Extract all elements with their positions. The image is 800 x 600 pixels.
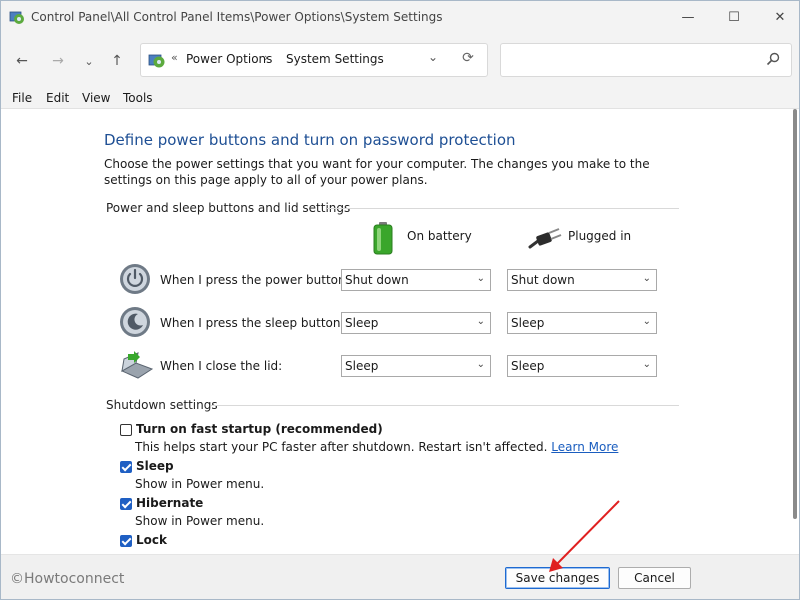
title-bar: Control Panel\All Control Panel Items\Po… bbox=[1, 1, 799, 34]
shutdown-section-title: Shutdown settings bbox=[106, 398, 218, 412]
page-description: Choose the power settings that you want … bbox=[104, 157, 650, 187]
search-input[interactable] bbox=[507, 49, 761, 71]
fast-startup-checkbox[interactable] bbox=[120, 424, 132, 436]
scrollbar-thumb[interactable] bbox=[793, 109, 797, 519]
sleep-option-description: Show in Power menu. bbox=[135, 477, 265, 491]
menu-view[interactable]: View bbox=[82, 91, 110, 105]
select-value: Shut down bbox=[511, 273, 575, 287]
fast-startup-description: This helps start your PC faster after sh… bbox=[135, 440, 618, 454]
battery-icon bbox=[373, 222, 393, 255]
chevron-down-icon: ⌄ bbox=[642, 273, 651, 284]
chevron-down-icon: ⌄ bbox=[476, 316, 485, 327]
fast-startup-label[interactable]: Turn on fast startup (recommended) bbox=[136, 422, 383, 436]
maximize-button[interactable]: ☐ bbox=[711, 1, 757, 34]
address-dropdown-icon[interactable]: ⌄ bbox=[425, 50, 441, 68]
address-bar[interactable]: « Power Options › System Settings ⌄ ⟳ bbox=[140, 43, 488, 77]
close-button[interactable]: ✕ bbox=[757, 1, 799, 34]
divider bbox=[327, 208, 679, 209]
close-lid-label: When I close the lid: bbox=[160, 359, 283, 373]
chevron-down-icon: ⌄ bbox=[476, 359, 485, 370]
laptop-lid-icon bbox=[120, 351, 154, 379]
footer-bar: ©Howtoconnect Save changes Cancel bbox=[1, 555, 799, 599]
sleep-button-label: When I press the sleep button: bbox=[160, 316, 345, 330]
control-panel-icon bbox=[148, 54, 165, 68]
sleep-button-plugged-select[interactable]: Sleep ⌄ bbox=[507, 312, 657, 334]
power-section-title: Power and sleep buttons and lid settings bbox=[106, 201, 351, 215]
select-value: Sleep bbox=[345, 359, 379, 373]
hibernate-option-label[interactable]: Hibernate bbox=[136, 496, 203, 510]
chevron-down-icon: ⌄ bbox=[476, 273, 485, 284]
sleep-button-icon bbox=[120, 307, 150, 337]
power-button-icon bbox=[120, 264, 150, 294]
divider bbox=[1, 108, 799, 109]
control-panel-icon bbox=[9, 11, 24, 24]
lock-checkbox[interactable] bbox=[120, 535, 132, 547]
recent-locations-button[interactable]: ⌄ bbox=[79, 51, 99, 71]
save-changes-button[interactable]: Save changes bbox=[505, 567, 610, 589]
window-title: Control Panel\All Control Panel Items\Po… bbox=[31, 10, 443, 24]
column-plugged-in: Plugged in bbox=[568, 229, 632, 243]
hibernate-checkbox[interactable] bbox=[120, 498, 132, 510]
vertical-scrollbar[interactable] bbox=[791, 109, 798, 549]
page-title: Define power buttons and turn on passwor… bbox=[104, 131, 516, 149]
menu-bar: File Edit View Tools bbox=[1, 86, 799, 108]
select-value: Shut down bbox=[345, 273, 409, 287]
breadcrumb-power-options[interactable]: Power Options bbox=[186, 52, 272, 66]
watermark: ©Howtoconnect bbox=[10, 571, 125, 587]
refresh-icon[interactable]: ⟳ bbox=[459, 50, 477, 68]
select-value: Sleep bbox=[345, 316, 379, 330]
breadcrumb-system-settings[interactable]: System Settings bbox=[286, 52, 384, 66]
power-button-label: When I press the power button: bbox=[160, 273, 350, 287]
menu-tools[interactable]: Tools bbox=[123, 91, 153, 105]
fast-startup-desc-text: This helps start your PC faster after sh… bbox=[135, 440, 548, 454]
select-value: Sleep bbox=[511, 359, 545, 373]
divider bbox=[211, 405, 679, 406]
sleep-option-label[interactable]: Sleep bbox=[136, 459, 174, 473]
forward-button[interactable]: → bbox=[48, 51, 68, 71]
plug-icon bbox=[528, 228, 562, 249]
up-button[interactable]: ↑ bbox=[107, 51, 127, 71]
select-value: Sleep bbox=[511, 316, 545, 330]
cancel-button[interactable]: Cancel bbox=[618, 567, 691, 589]
search-icon[interactable] bbox=[765, 51, 781, 67]
navigation-bar: ← → ⌄ ↑ « Power Options › System Setting… bbox=[1, 34, 799, 86]
menu-file[interactable]: File bbox=[12, 91, 32, 105]
chevron-down-icon: ⌄ bbox=[642, 359, 651, 370]
breadcrumb-overflow-icon[interactable]: « bbox=[171, 51, 178, 64]
power-button-plugged-select[interactable]: Shut down ⌄ bbox=[507, 269, 657, 291]
menu-edit[interactable]: Edit bbox=[46, 91, 69, 105]
chevron-down-icon: ⌄ bbox=[642, 316, 651, 327]
back-button[interactable]: ← bbox=[12, 51, 32, 71]
search-box[interactable] bbox=[500, 43, 792, 77]
column-on-battery: On battery bbox=[407, 229, 472, 243]
learn-more-link[interactable]: Learn More bbox=[551, 440, 618, 454]
breadcrumb-separator-icon[interactable]: › bbox=[264, 51, 268, 64]
close-lid-plugged-select[interactable]: Sleep ⌄ bbox=[507, 355, 657, 377]
sleep-checkbox[interactable] bbox=[120, 461, 132, 473]
sleep-button-battery-select[interactable]: Sleep ⌄ bbox=[341, 312, 491, 334]
lock-option-label[interactable]: Lock bbox=[136, 533, 167, 547]
close-lid-battery-select[interactable]: Sleep ⌄ bbox=[341, 355, 491, 377]
minimize-button[interactable]: — bbox=[665, 1, 711, 34]
power-button-battery-select[interactable]: Shut down ⌄ bbox=[341, 269, 491, 291]
control-panel-window: Control Panel\All Control Panel Items\Po… bbox=[0, 0, 800, 600]
hibernate-option-description: Show in Power menu. bbox=[135, 514, 265, 528]
